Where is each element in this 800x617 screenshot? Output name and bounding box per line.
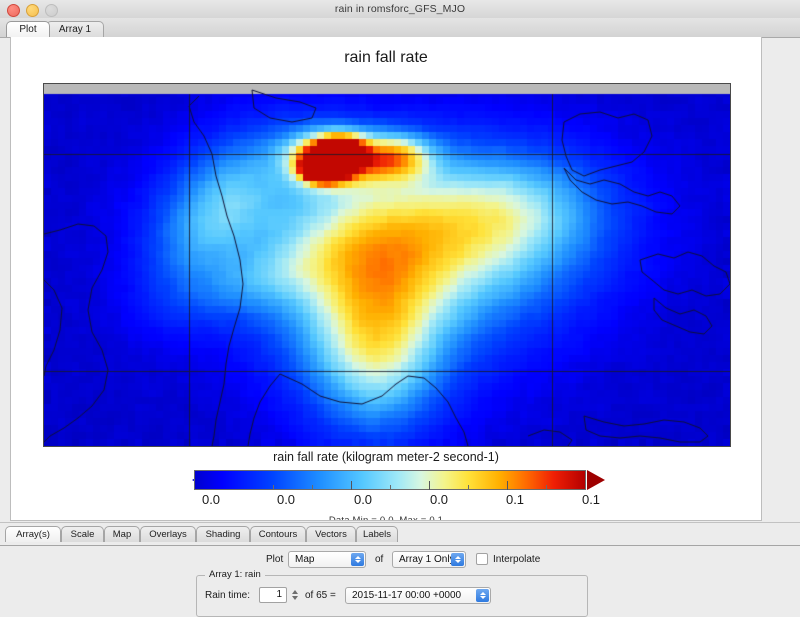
colorbar-minor-tick (546, 485, 547, 490)
tab-map-label: Map (113, 529, 131, 540)
tab-underline (0, 545, 800, 546)
tab-plot-label: Plot (19, 24, 36, 35)
colorbar-title: rain fall rate (kilogram meter-2 second-… (11, 450, 761, 464)
tab-plot[interactable]: Plot (6, 21, 50, 37)
stepper-down-icon[interactable] (292, 596, 298, 600)
tab-overlays[interactable]: Overlays (140, 526, 196, 542)
array-group-box: Array 1: rain Rain time: 1 of 65 = 2015-… (196, 575, 588, 617)
tab-map[interactable]: Map (104, 526, 140, 542)
time-index-input[interactable]: 1 (259, 587, 287, 603)
chevron-updown-icon (351, 553, 364, 566)
colorbar-scale (11, 469, 761, 491)
map-image (43, 83, 731, 447)
colorbar-tick (507, 481, 508, 490)
colorbar-tick-label: 0.0 (354, 492, 372, 507)
colorbar-tick-label: 0.0 (202, 492, 220, 507)
top-tab-bar: Plot Array 1 (0, 18, 800, 38)
plot-type-value: Map (295, 554, 314, 565)
chevron-updown-icon (451, 553, 464, 566)
tab-contours[interactable]: Contours (250, 526, 306, 542)
tab-scale-label: Scale (71, 529, 95, 540)
colorbar-tick-label: 0.1 (582, 492, 600, 507)
time-count-label: of 65 = (305, 590, 336, 601)
colorbar-tick-label: 0.0 (277, 492, 295, 507)
time-stepper[interactable] (289, 587, 300, 603)
colorbar: rain fall rate (kilogram meter-2 second-… (11, 450, 761, 521)
colorbar-tick-label: 0.1 (506, 492, 524, 507)
chevron-updown-icon (476, 589, 489, 602)
control-tab-bar: Array(s) Scale Map Overlays Shading Cont… (0, 526, 800, 543)
array-select[interactable]: Array 1 Only (392, 551, 466, 568)
tab-array-1-label: Array 1 (59, 24, 91, 35)
tab-arrays-label: Array(s) (16, 529, 50, 540)
array-group-label: Array 1: rain (205, 569, 265, 580)
colorbar-tick (429, 481, 430, 490)
zoom-icon[interactable] (45, 4, 58, 17)
tab-shading[interactable]: Shading (196, 526, 250, 542)
plot-type-select[interactable]: Map (288, 551, 366, 568)
colorbar-minor-tick (312, 485, 313, 490)
tab-contours-label: Contours (259, 529, 298, 540)
time-label: Rain time: (205, 590, 250, 601)
tab-labels-label: Labels (363, 529, 391, 540)
rain-field-raster (44, 84, 730, 446)
time-value-select[interactable]: 2015-11-17 00:00 +0000 (345, 587, 491, 604)
colorbar-tick (351, 481, 352, 490)
tab-vectors-label: Vectors (315, 529, 347, 540)
tab-shading-label: Shading (206, 529, 241, 540)
tab-scale[interactable]: Scale (61, 526, 104, 542)
right-arrow-icon (587, 470, 605, 490)
plot-settings-row: Plot Map of Array 1 Only Interpolate (0, 551, 800, 569)
tab-labels[interactable]: Labels (356, 526, 398, 542)
colorbar-minor-tick (390, 485, 391, 490)
tab-array-1[interactable]: Array 1 (46, 21, 104, 37)
control-panel: Array(s) Scale Map Overlays Shading Cont… (0, 522, 800, 608)
plot-canvas: rain fall rate rain fall rate (kilogram … (10, 37, 762, 521)
colorbar-minor-tick (468, 485, 469, 490)
colorbar-tick-labels: 0.0 0.0 0.0 0.0 0.1 0.1 (11, 491, 761, 509)
colorbar-tick-label: 0.0 (430, 492, 448, 507)
array-select-value: Array 1 Only (399, 554, 455, 565)
plot-type-label: Plot (266, 554, 283, 565)
minimize-icon[interactable] (26, 4, 39, 17)
interpolate-label: Interpolate (493, 554, 540, 565)
tab-arrays[interactable]: Array(s) (5, 526, 61, 542)
app-window: rain in romsforc_GFS_MJO Plot Array 1 ra… (0, 0, 800, 607)
page-title: rain fall rate (11, 49, 761, 67)
window-title: rain in romsforc_GFS_MJO (0, 0, 800, 18)
window-title-bar: rain in romsforc_GFS_MJO (0, 0, 800, 19)
close-icon[interactable] (7, 4, 20, 17)
window-controls (7, 4, 58, 17)
stepper-up-icon[interactable] (292, 590, 298, 594)
of-label: of (375, 554, 383, 565)
data-minmax-caption: Data Min = 0.0, Max = 0.1 (11, 515, 761, 521)
colorbar-minor-tick (273, 485, 274, 490)
time-value: 2015-11-17 00:00 +0000 (352, 590, 461, 601)
tab-overlays-label: Overlays (149, 529, 186, 540)
tab-vectors[interactable]: Vectors (306, 526, 356, 542)
interpolate-checkbox[interactable] (476, 553, 488, 565)
